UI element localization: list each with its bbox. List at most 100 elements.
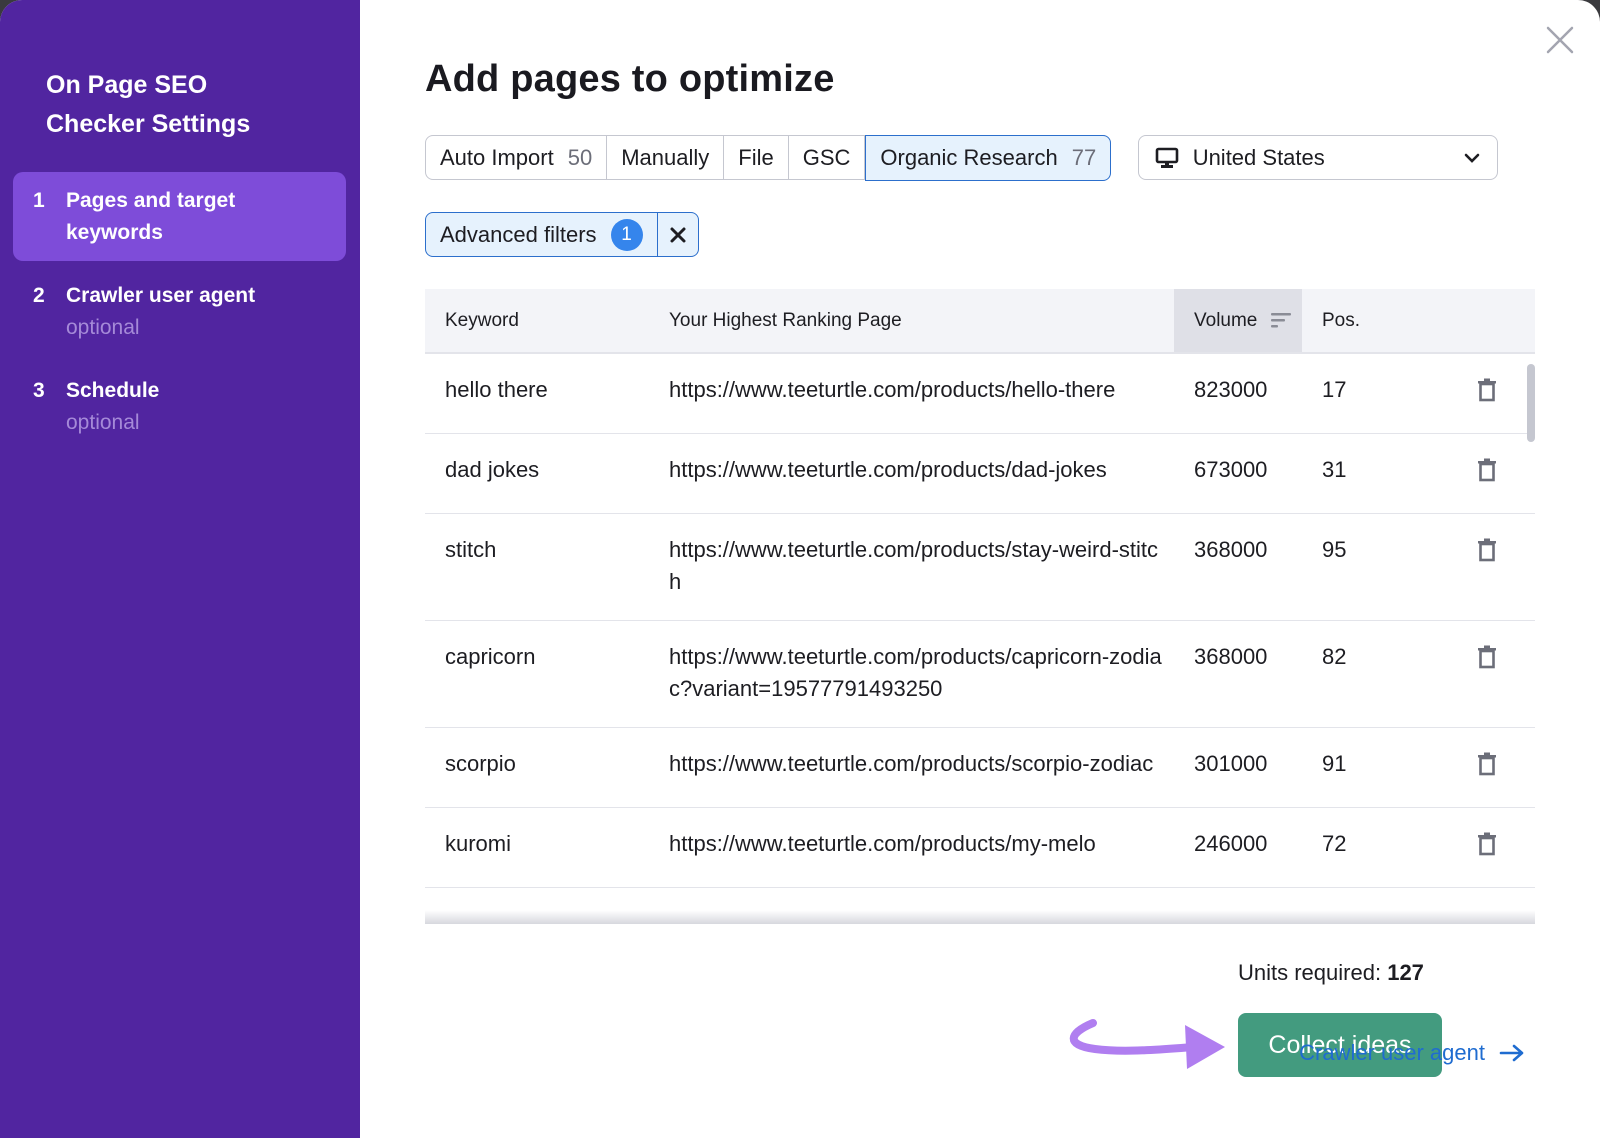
table-scrollbar[interactable]	[1527, 364, 1535, 442]
trash-icon	[1478, 458, 1496, 482]
country-select[interactable]: United States	[1137, 135, 1498, 180]
table-row: hello there https://www.teeturtle.com/pro…	[425, 353, 1535, 434]
page-url-cell[interactable]: https://www.teeturtle.com/products/hello…	[649, 353, 1174, 434]
close-icon	[670, 227, 686, 242]
delete-row-button[interactable]	[1477, 645, 1497, 678]
col-volume-label: Volume	[1194, 309, 1258, 331]
main-content: Add pages to optimize Auto Import 50 Man…	[360, 0, 1600, 1138]
desktop-icon	[1155, 147, 1178, 168]
tab-label: GSC	[802, 144, 851, 170]
volume-cell: 301000	[1174, 727, 1302, 808]
trash-icon	[1478, 752, 1496, 776]
actions-cell	[1435, 620, 1535, 728]
advanced-filters: Advanced filters 1	[425, 212, 699, 257]
page-url-cell[interactable]: https://www.teeturtle.com/products/capri…	[649, 620, 1174, 728]
tab-count: 50	[567, 144, 593, 170]
position-cell: 82	[1302, 620, 1435, 728]
sort-icon	[1270, 313, 1291, 328]
arrow-right-icon	[1499, 1044, 1524, 1062]
step-number: 1	[33, 189, 45, 212]
volume-cell: 823000	[1174, 353, 1302, 434]
position-cell: 95	[1302, 513, 1435, 621]
position-cell: 72	[1302, 807, 1435, 888]
sidebar: On Page SEO Checker Settings 1 Pages and…	[0, 0, 360, 1138]
trash-icon	[1478, 538, 1496, 562]
step-label: Crawler user agent	[66, 284, 256, 307]
page-title: Add pages to optimize	[425, 58, 835, 100]
page-url-cell[interactable]: https://www.teeturtle.com/products/dad-j…	[649, 433, 1174, 514]
step-schedule[interactable]: 3 Schedule optional	[13, 362, 346, 451]
source-tabs: Auto Import 50 Manually File GSC Organic…	[425, 134, 1112, 181]
step-number: 2	[33, 284, 45, 307]
close-button[interactable]	[1540, 20, 1580, 60]
volume-cell: 673000	[1174, 433, 1302, 514]
col-keyword: Keyword	[425, 289, 649, 354]
actions-cell	[1435, 727, 1535, 808]
tab-organic-research[interactable]: Organic Research 77	[865, 134, 1112, 181]
table-row: stitch https://www.teeturtle.com/products…	[425, 513, 1535, 621]
table-row: capricorn https://www.teeturtle.com/produ…	[425, 620, 1535, 728]
delete-row-button[interactable]	[1477, 458, 1497, 491]
sidebar-title: On Page SEO Checker Settings	[13, 66, 346, 144]
page-url-cell[interactable]: https://www.teeturtle.com/products/scorp…	[649, 727, 1174, 808]
trash-icon	[1478, 378, 1496, 402]
actions-cell	[1435, 513, 1535, 621]
delete-row-button[interactable]	[1477, 752, 1497, 785]
col-volume[interactable]: Volume	[1174, 289, 1302, 354]
trash-icon	[1478, 832, 1496, 856]
keyword-cell: kuromi	[425, 807, 649, 888]
tab-label: Manually	[621, 144, 710, 170]
step-label: Schedule	[66, 379, 160, 402]
filters-count-badge: 1	[610, 218, 643, 251]
tab-label: Organic Research	[880, 144, 1058, 170]
chevron-down-icon	[1464, 153, 1479, 163]
country-label: United States	[1192, 144, 1325, 170]
actions-cell	[1435, 353, 1535, 434]
step-number: 3	[33, 379, 45, 402]
next-step-label: Crawler user agent	[1299, 1040, 1485, 1065]
table-row: scorpio https://www.teeturtle.com/product…	[425, 727, 1535, 808]
keyword-cell: dad jokes	[425, 433, 649, 514]
col-page: Your Highest Ranking Page	[649, 289, 1174, 354]
keywords-table: Keyword Your Highest Ranking Page Volume…	[425, 289, 1535, 924]
step-text: Pages and target keywords	[66, 185, 235, 249]
units-required: Units required: 127	[1238, 960, 1424, 986]
position-cell: 91	[1302, 727, 1435, 808]
annotation-arrow-icon	[1069, 1019, 1225, 1069]
step-label: Pages and target	[66, 189, 236, 212]
delete-row-button[interactable]	[1477, 832, 1497, 865]
units-value: 127	[1387, 960, 1424, 985]
units-label: Units required:	[1238, 960, 1382, 985]
delete-row-button[interactable]	[1477, 538, 1497, 571]
table-row: kuromi https://www.teeturtle.com/products…	[425, 807, 1535, 888]
keyword-cell: hello there	[425, 353, 649, 434]
close-icon	[1546, 26, 1574, 54]
step-text: Crawler user agent optional	[66, 280, 255, 344]
advanced-filters-button[interactable]: Advanced filters 1	[426, 213, 658, 256]
clear-filters-button[interactable]	[658, 213, 698, 256]
position-cell: 31	[1302, 433, 1435, 514]
position-cell: 17	[1302, 353, 1435, 434]
tab-file[interactable]: File	[724, 136, 789, 179]
tab-label: File	[738, 144, 774, 170]
tab-manually[interactable]: Manually	[607, 136, 725, 179]
sidebar-title-line-1: On Page SEO	[46, 71, 208, 99]
actions-cell	[1435, 807, 1535, 888]
page-url-cell[interactable]: https://www.teeturtle.com/products/stay-…	[649, 513, 1174, 621]
table-row: dad jokes https://www.teeturtle.com/produ…	[425, 433, 1535, 514]
table-header: Keyword Your Highest Ranking Page Volume…	[425, 289, 1535, 354]
col-actions	[1435, 289, 1535, 354]
page-url-cell[interactable]: https://www.teeturtle.com/products/my-me…	[649, 807, 1174, 888]
step-pages-and-keywords[interactable]: 1 Pages and target keywords	[13, 172, 346, 261]
step-label-cont: keywords	[66, 221, 163, 244]
source-row: Auto Import 50 Manually File GSC Organic…	[425, 134, 1600, 181]
step-crawler-user-agent[interactable]: 2 Crawler user agent optional	[13, 267, 346, 356]
tab-auto-import[interactable]: Auto Import 50	[426, 136, 608, 179]
filters-label: Advanced filters	[440, 221, 597, 247]
tab-gsc[interactable]: GSC	[789, 136, 866, 179]
trash-icon	[1478, 645, 1496, 669]
keyword-cell: scorpio	[425, 727, 649, 808]
next-step-link[interactable]: Crawler user agent	[1299, 1040, 1525, 1066]
delete-row-button[interactable]	[1477, 378, 1497, 411]
actions-cell	[1435, 433, 1535, 514]
